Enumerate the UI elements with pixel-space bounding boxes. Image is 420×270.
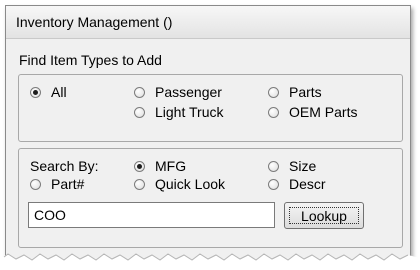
search-by-label: Search By:: [30, 158, 99, 174]
radio-all[interactable]: All: [30, 84, 67, 100]
radio-light-truck-label: Light Truck: [155, 104, 224, 120]
radio-quick-look[interactable]: Quick Look: [134, 176, 225, 192]
radio-passenger-label: Passenger: [155, 84, 222, 100]
radio-size-indicator[interactable]: [268, 160, 279, 172]
radio-passenger-indicator[interactable]: [134, 86, 145, 98]
radio-parts-indicator[interactable]: [268, 86, 279, 98]
radio-descr-indicator[interactable]: [268, 178, 279, 190]
radio-all-label: All: [51, 84, 67, 100]
window-title: Inventory Management (): [16, 14, 173, 30]
radio-oem-parts-indicator[interactable]: [268, 106, 279, 118]
radio-descr-label: Descr: [289, 176, 326, 192]
radio-parts-label: Parts: [289, 84, 322, 100]
radio-oem-parts[interactable]: OEM Parts: [268, 104, 357, 120]
find-item-types-label: Find Item Types to Add: [19, 52, 162, 68]
radio-descr[interactable]: Descr: [268, 176, 326, 192]
radio-quick-look-label: Quick Look: [155, 176, 226, 192]
radio-size-label: Size: [289, 158, 317, 174]
radio-parts[interactable]: Parts: [268, 84, 322, 100]
radio-mfg-label: MFG: [155, 158, 187, 174]
radio-part-number-label: Part#: [51, 176, 85, 192]
inventory-management-dialog: Inventory Management () Find Item Types …: [5, 5, 411, 263]
radio-mfg[interactable]: MFG: [134, 158, 186, 174]
radio-oem-parts-label: OEM Parts: [289, 104, 358, 120]
radio-passenger[interactable]: Passenger: [134, 84, 222, 100]
radio-light-truck[interactable]: Light Truck: [134, 104, 223, 120]
radio-quick-look-indicator[interactable]: [134, 178, 145, 190]
torn-edge: [0, 253, 420, 270]
title-bar: Inventory Management (): [6, 6, 410, 39]
radio-part-number[interactable]: Part#: [30, 176, 84, 192]
radio-size[interactable]: Size: [268, 158, 316, 174]
radio-part-number-indicator[interactable]: [30, 178, 41, 190]
radio-light-truck-indicator[interactable]: [134, 106, 145, 118]
lookup-button-label: Lookup: [301, 207, 347, 224]
radio-mfg-indicator[interactable]: [134, 160, 145, 172]
search-input[interactable]: [28, 202, 275, 228]
radio-all-indicator[interactable]: [30, 86, 41, 98]
lookup-button[interactable]: Lookup: [284, 202, 364, 229]
